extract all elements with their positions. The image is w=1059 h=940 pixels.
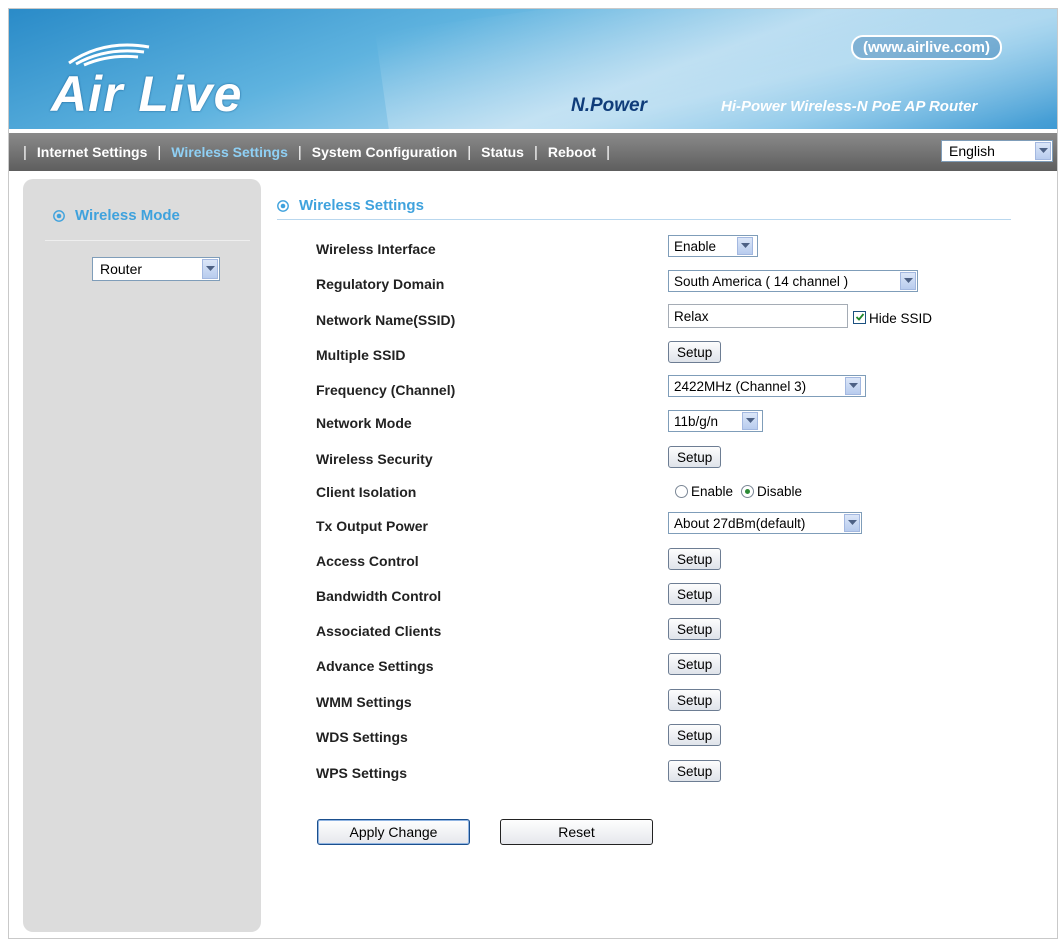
- sidebar-title-label: Wireless Mode: [75, 207, 180, 224]
- regulatory-domain-value: South America ( 14 channel ): [674, 273, 849, 289]
- chevron-down-icon[interactable]: [737, 237, 753, 255]
- wireless-mode-value: Router: [100, 261, 143, 277]
- ssid-input[interactable]: Relax: [668, 304, 848, 328]
- network-mode-value: 11b/g/n: [674, 413, 719, 429]
- chevron-down-icon[interactable]: [844, 514, 860, 532]
- wds-settings-label: WDS Settings: [316, 729, 408, 745]
- chevron-down-icon[interactable]: [1035, 142, 1051, 160]
- client-isolation-control: Enable Disable: [675, 484, 802, 499]
- client-isolation-label: Client Isolation: [316, 484, 417, 500]
- chevron-down-icon[interactable]: [202, 259, 218, 279]
- network-mode-control: 11b/g/n: [668, 410, 763, 432]
- nav-separator: |: [606, 143, 610, 161]
- wireless-interface-select[interactable]: Enable: [668, 235, 758, 257]
- top-nav-bar: | Internet Settings | Wireless Settings …: [9, 133, 1057, 171]
- url-badge[interactable]: (www.airlive.com): [851, 35, 1002, 60]
- router-admin-window: Air Live (www.airlive.com) N.Power Hi-Po…: [8, 8, 1058, 939]
- chevron-down-icon[interactable]: [845, 377, 861, 395]
- access-control-setup-button[interactable]: Setup: [668, 548, 722, 570]
- sidebar-divider: [45, 240, 250, 241]
- sidebar-title: Wireless Mode: [53, 207, 180, 224]
- language-select-value: English: [949, 143, 995, 159]
- wireless-interface-control: Enable: [668, 235, 758, 257]
- wmm-settings-label: WMM Settings: [316, 694, 412, 710]
- frequency-value: 2422MHz (Channel 3): [674, 378, 807, 394]
- wireless-security-label: Wireless Security: [316, 451, 433, 467]
- nav-item-status[interactable]: Status: [481, 144, 524, 160]
- tx-power-label: Tx Output Power: [316, 518, 428, 534]
- ssid-control: Relax Hide SSID: [668, 304, 932, 328]
- tx-power-select[interactable]: About 27dBm(default): [668, 512, 862, 534]
- client-isolation-disable-label: Disable: [757, 484, 803, 499]
- nav-separator: |: [23, 143, 27, 161]
- airlive-logo: Air Live: [51, 66, 243, 122]
- wps-settings-setup-button[interactable]: Setup: [668, 760, 722, 782]
- regulatory-domain-select[interactable]: South America ( 14 channel ): [668, 270, 918, 292]
- network-mode-label: Network Mode: [316, 415, 412, 431]
- brand-series-label: N.Power: [571, 95, 648, 116]
- associated-clients-setup-button[interactable]: Setup: [668, 618, 722, 640]
- multiple-ssid-label: Multiple SSID: [316, 347, 406, 363]
- sidebar: Wireless Mode Router: [23, 179, 261, 932]
- language-select[interactable]: English: [941, 140, 1053, 162]
- nav-item-internet-settings[interactable]: Internet Settings: [37, 144, 147, 160]
- tx-power-value: About 27dBm(default): [674, 515, 806, 531]
- frequency-control: 2422MHz (Channel 3): [668, 375, 866, 397]
- page-title: Wireless Settings: [277, 197, 424, 214]
- wmm-settings-setup-button[interactable]: Setup: [668, 689, 722, 711]
- network-mode-select[interactable]: 11b/g/n: [668, 410, 763, 432]
- wifi-arcs-icon: [68, 43, 150, 67]
- bandwidth-control-setup-button[interactable]: Setup: [668, 583, 722, 605]
- access-control-label: Access Control: [316, 553, 419, 569]
- tx-power-control: About 27dBm(default): [668, 512, 862, 534]
- wireless-mode-select[interactable]: Router: [92, 257, 220, 281]
- regulatory-domain-control: South America ( 14 channel ): [668, 270, 918, 292]
- nav-item-wireless-settings[interactable]: Wireless Settings: [171, 144, 288, 160]
- product-name-label: Hi-Power Wireless-N PoE AP Router: [721, 98, 978, 115]
- client-isolation-enable-label: Enable: [691, 484, 734, 499]
- nav-item-system-configuration[interactable]: System Configuration: [312, 144, 457, 160]
- wireless-interface-label: Wireless Interface: [316, 241, 436, 257]
- frequency-label: Frequency (Channel): [316, 382, 456, 398]
- page-title-label: Wireless Settings: [299, 197, 424, 214]
- apply-change-button[interactable]: Apply Change: [317, 819, 470, 845]
- client-isolation-disable-radio[interactable]: [741, 485, 755, 498]
- checkmark-icon: [855, 313, 864, 321]
- associated-clients-label: Associated Clients: [316, 623, 442, 639]
- nav-item-reboot[interactable]: Reboot: [548, 144, 596, 160]
- nav-separator: |: [297, 143, 302, 161]
- nav-separator: |: [467, 143, 472, 161]
- ssid-label: Network Name(SSID): [316, 312, 456, 328]
- chevron-down-icon[interactable]: [900, 272, 916, 290]
- client-isolation-enable-radio[interactable]: [675, 485, 688, 498]
- target-bullet-icon: [277, 199, 289, 212]
- wireless-security-setup-button[interactable]: Setup: [668, 446, 722, 468]
- reset-button[interactable]: Reset: [500, 819, 653, 845]
- bandwidth-control-label: Bandwidth Control: [316, 588, 442, 604]
- multiple-ssid-setup-button[interactable]: Setup: [668, 341, 722, 363]
- frequency-select[interactable]: 2422MHz (Channel 3): [668, 375, 866, 397]
- nav-separator: |: [157, 143, 162, 161]
- advance-settings-label: Advance Settings: [316, 658, 434, 674]
- regulatory-domain-label: Regulatory Domain: [316, 276, 445, 292]
- hide-ssid-checkbox[interactable]: [853, 310, 866, 324]
- header-banner: Air Live (www.airlive.com) N.Power Hi-Po…: [9, 9, 1057, 129]
- advance-settings-setup-button[interactable]: Setup: [668, 653, 722, 675]
- wps-settings-label: WPS Settings: [316, 765, 408, 781]
- wireless-interface-value: Enable: [674, 238, 717, 254]
- hide-ssid-label: Hide SSID: [869, 310, 933, 326]
- target-bullet-icon: [53, 209, 65, 222]
- chevron-down-icon[interactable]: [742, 412, 758, 430]
- title-divider: [277, 219, 1011, 220]
- wds-settings-setup-button[interactable]: Setup: [668, 724, 722, 746]
- nav-separator: |: [533, 143, 538, 161]
